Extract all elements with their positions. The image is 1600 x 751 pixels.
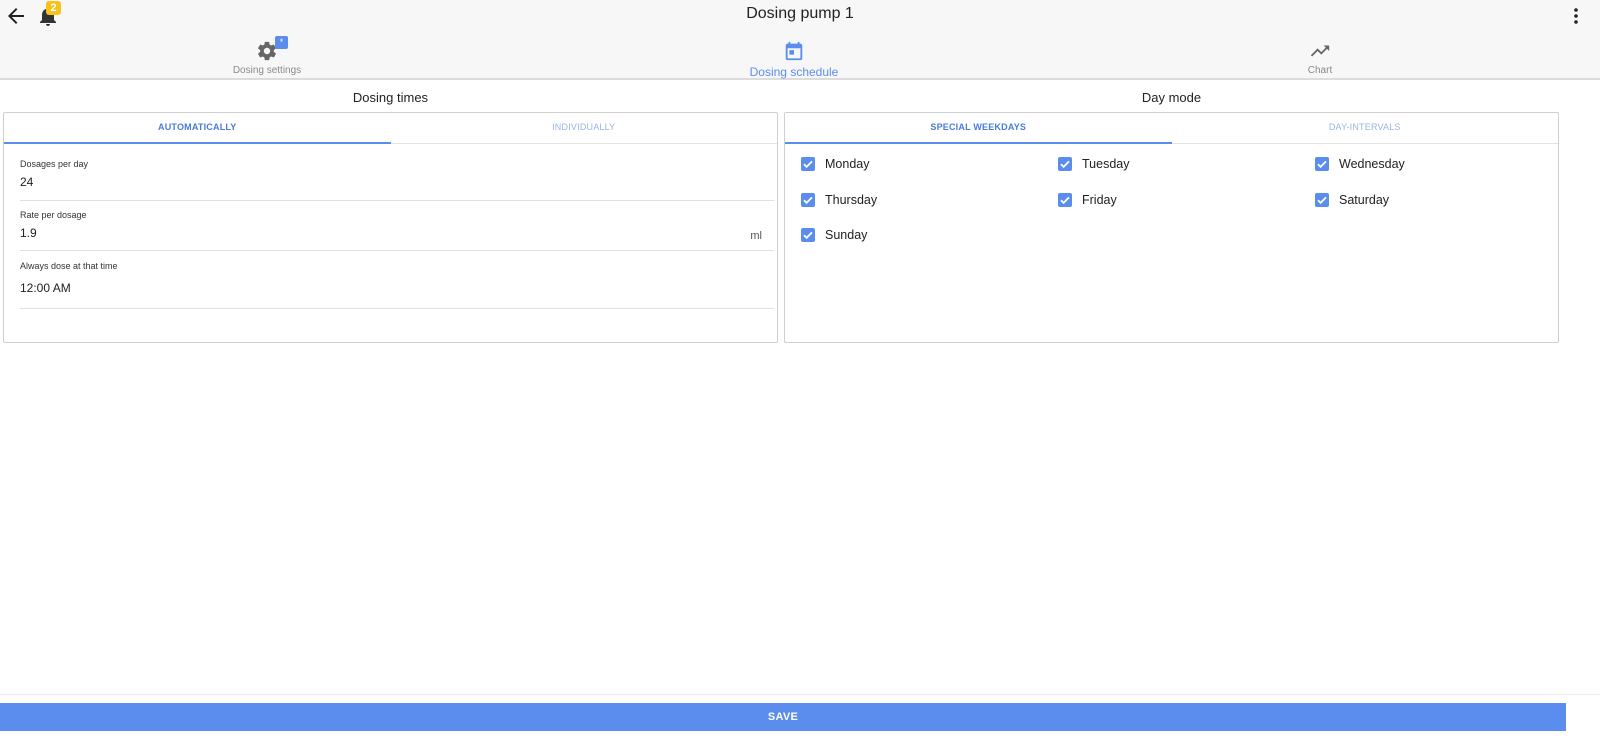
checkbox-checked-icon (801, 157, 815, 171)
checkbox-checked-icon (1058, 157, 1072, 171)
tab-dosing-settings[interactable]: * Dosing settings (0, 36, 534, 78)
day-checkbox-thursday[interactable]: Thursday (801, 191, 1001, 211)
rate-per-dosage-input[interactable] (20, 226, 720, 240)
day-mode-tabs: SPECIAL WEEKDAYS DAY-INTERVALS (785, 113, 1558, 144)
tab-automatically[interactable]: AUTOMATICALLY (4, 113, 391, 144)
tab-dosing-schedule[interactable]: Dosing schedule (527, 36, 1061, 79)
day-mode-title: Day mode (1141, 90, 1202, 105)
trending-up-icon (1310, 45, 1330, 57)
checkbox-checked-icon (801, 193, 815, 207)
day-label: Thursday (825, 193, 878, 207)
day-label: Monday (825, 157, 870, 171)
save-button[interactable]: SAVE (0, 703, 1566, 731)
dosing-times-tabs: AUTOMATICALLY INDIVIDUALLY (4, 113, 777, 144)
checkbox-checked-icon (801, 228, 815, 242)
dosages-per-day-field: Dosages per day (20, 159, 774, 201)
day-checkbox-wednesday[interactable]: Wednesday (1315, 155, 1515, 175)
app-header: 2 Dosing pump 1 * Dosing settings Dosing… (0, 0, 1600, 80)
day-label: Friday (1082, 193, 1117, 207)
tab-individually[interactable]: INDIVIDUALLY (391, 113, 778, 144)
checkbox-checked-icon (1058, 193, 1072, 207)
day-checkbox-monday[interactable]: Monday (801, 155, 1001, 175)
rate-per-dosage-field: Rate per dosage ml (20, 210, 774, 251)
unit-label: ml (750, 230, 762, 242)
dosing-times-title: Dosing times (352, 90, 429, 105)
day-label: Sunday (825, 228, 868, 242)
day-label: Tuesday (1082, 157, 1130, 171)
tab-label: Dosing schedule (749, 65, 839, 79)
day-label: Saturday (1339, 193, 1390, 207)
day-checkbox-sunday[interactable]: Sunday (801, 226, 1001, 246)
day-label: Wednesday (1339, 157, 1405, 171)
always-dose-time-field: Always dose at that time (20, 261, 774, 309)
field-label: Dosages per day (20, 159, 89, 169)
day-checkbox-friday[interactable]: Friday (1058, 191, 1258, 211)
day-checkbox-tuesday[interactable]: Tuesday (1058, 155, 1258, 175)
field-label: Always dose at that time (20, 261, 118, 271)
tab-chart[interactable]: Chart (1053, 36, 1587, 78)
day-checkbox-saturday[interactable]: Saturday (1315, 191, 1515, 211)
day-mode-panel: SPECIAL WEEKDAYS DAY-INTERVALS Monday Tu… (784, 112, 1559, 343)
tab-day-intervals[interactable]: DAY-INTERVALS (1172, 113, 1559, 144)
field-label: Rate per dosage (20, 210, 87, 220)
tab-special-weekdays[interactable]: SPECIAL WEEKDAYS (785, 113, 1172, 144)
checkbox-checked-icon (1315, 157, 1329, 171)
page-title: Dosing pump 1 (746, 5, 854, 22)
footer-divider (0, 694, 1600, 695)
tab-label: Dosing settings (232, 65, 302, 76)
tab-label: Chart (1307, 65, 1333, 76)
calendar-icon (785, 41, 803, 61)
dosages-per-day-input[interactable] (20, 175, 720, 189)
dosing-times-panel: AUTOMATICALLY INDIVIDUALLY Dosages per d… (3, 112, 778, 343)
settings-badge: * (275, 36, 288, 49)
dose-time-input[interactable] (20, 281, 720, 295)
more-vertical-icon (1574, 8, 1578, 24)
checkbox-checked-icon (1315, 193, 1329, 207)
more-options-button[interactable] (1564, 4, 1588, 28)
